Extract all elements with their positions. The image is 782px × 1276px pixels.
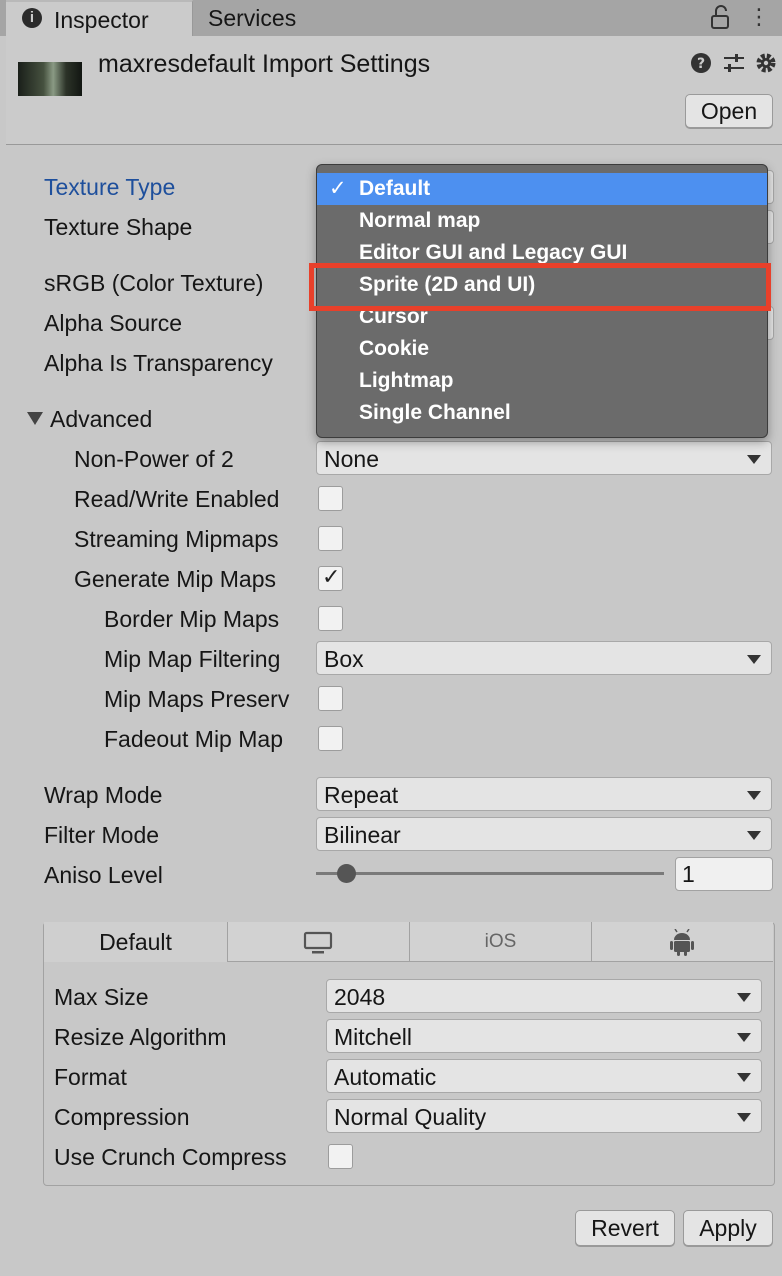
max-size-value: 2048 — [334, 984, 386, 1010]
checkmark-icon: ✓ — [329, 177, 347, 200]
filter-mode-label: Filter Mode — [44, 822, 160, 848]
border-mip-checkbox[interactable] — [318, 606, 343, 631]
svg-text:?: ? — [697, 56, 705, 72]
aniso-slider-thumb[interactable] — [337, 864, 356, 883]
fadeout-label: Fadeout Mip Map — [104, 726, 283, 752]
border-mip-label: Border Mip Maps — [104, 606, 280, 632]
generate-mip-label: Generate Mip Maps — [74, 566, 276, 592]
chevron-down-icon — [737, 1033, 751, 1042]
chevron-down-icon — [747, 655, 761, 664]
wrap-mode-dropdown[interactable]: Repeat — [316, 777, 772, 811]
filter-mode-value: Bilinear — [324, 822, 401, 848]
wrap-mode-label: Wrap Mode — [44, 782, 163, 808]
aniso-label: Aniso Level — [44, 862, 163, 888]
streaming-mip-label: Streaming Mipmaps — [74, 526, 279, 552]
android-icon — [670, 929, 694, 956]
mip-filter-value: Box — [324, 646, 364, 672]
format-value: Automatic — [334, 1064, 437, 1090]
open-button[interactable]: Open — [685, 94, 773, 128]
filter-mode-dropdown[interactable]: Bilinear — [316, 817, 772, 851]
info-icon: i — [22, 8, 42, 28]
apply-button[interactable]: Apply — [683, 1210, 773, 1246]
page-title: maxresdefault Import Settings — [98, 50, 431, 78]
annotation-highlight-box — [309, 263, 771, 311]
texture-type-label: Texture Type — [44, 174, 176, 200]
desktop-icon — [303, 931, 333, 954]
streaming-mip-checkbox[interactable] — [318, 526, 343, 551]
menu-item-normal-map[interactable]: Normal map — [317, 205, 767, 237]
lock-icon[interactable] — [710, 5, 732, 29]
help-icon[interactable]: ? — [690, 52, 712, 74]
menu-item-lightmap[interactable]: Lightmap — [317, 365, 767, 397]
alpha-transparency-label: Alpha Is Transparency — [44, 350, 273, 376]
gear-icon[interactable] — [754, 51, 778, 75]
compression-dropdown[interactable]: Normal Quality — [326, 1099, 762, 1133]
chevron-down-icon — [747, 831, 761, 840]
npot-value: None — [324, 446, 379, 472]
platform-tab-standalone[interactable] — [228, 922, 410, 962]
format-label: Format — [54, 1064, 127, 1090]
resize-algorithm-label: Resize Algorithm — [54, 1024, 227, 1050]
mip-filter-label: Mip Map Filtering — [104, 646, 281, 672]
sliders-icon[interactable] — [722, 52, 746, 74]
foldout-arrow-icon[interactable] — [26, 410, 44, 426]
chevron-down-icon — [747, 791, 761, 800]
tab-inspector-label: Inspector — [54, 7, 149, 33]
crunch-checkbox[interactable] — [328, 1144, 353, 1169]
menu-item-default[interactable]: ✓ Default — [317, 173, 767, 205]
platform-tab-android[interactable] — [592, 922, 773, 962]
texture-thumbnail — [18, 62, 82, 96]
menu-item-single-channel[interactable]: Single Channel — [317, 397, 767, 429]
npot-dropdown[interactable]: None — [316, 441, 772, 475]
aniso-input[interactable]: 1 — [675, 857, 773, 891]
npot-label: Non-Power of 2 — [74, 446, 234, 472]
max-size-label: Max Size — [54, 984, 149, 1010]
max-size-dropdown[interactable]: 2048 — [326, 979, 762, 1013]
format-dropdown[interactable]: Automatic — [326, 1059, 762, 1093]
platform-tab-default[interactable]: Default — [44, 922, 228, 962]
chevron-down-icon — [737, 993, 751, 1002]
wrap-mode-value: Repeat — [324, 782, 399, 808]
platform-tab-ios[interactable]: iOS — [410, 922, 592, 962]
generate-mip-checkbox[interactable] — [318, 564, 343, 591]
mip-preserve-checkbox[interactable] — [318, 686, 343, 711]
chevron-down-icon — [737, 1073, 751, 1082]
tab-services[interactable]: Services — [208, 0, 296, 36]
crunch-label: Use Crunch Compress — [54, 1144, 287, 1170]
compression-value: Normal Quality — [334, 1104, 487, 1130]
resize-algorithm-dropdown[interactable]: Mitchell — [326, 1019, 762, 1053]
alpha-source-label: Alpha Source — [44, 310, 183, 336]
read-write-checkbox[interactable] — [318, 486, 343, 511]
mip-filter-dropdown[interactable]: Box — [316, 641, 772, 675]
read-write-label: Read/Write Enabled — [74, 486, 280, 512]
compression-label: Compression — [54, 1104, 190, 1130]
texture-shape-label: Texture Shape — [44, 214, 193, 240]
srgb-label: sRGB (Color Texture) — [44, 270, 264, 296]
revert-button[interactable]: Revert — [575, 1210, 675, 1246]
chevron-down-icon — [737, 1113, 751, 1122]
menu-item-cookie[interactable]: Cookie — [317, 333, 767, 365]
kebab-menu-icon[interactable]: ⋮ — [748, 3, 770, 31]
fadeout-checkbox[interactable] — [318, 726, 343, 751]
chevron-down-icon — [747, 455, 761, 464]
advanced-foldout-label[interactable]: Advanced — [50, 404, 152, 434]
aniso-slider-track[interactable] — [316, 872, 664, 875]
mip-preserve-label: Mip Maps Preserv — [104, 686, 290, 712]
resize-algorithm-value: Mitchell — [334, 1024, 412, 1050]
